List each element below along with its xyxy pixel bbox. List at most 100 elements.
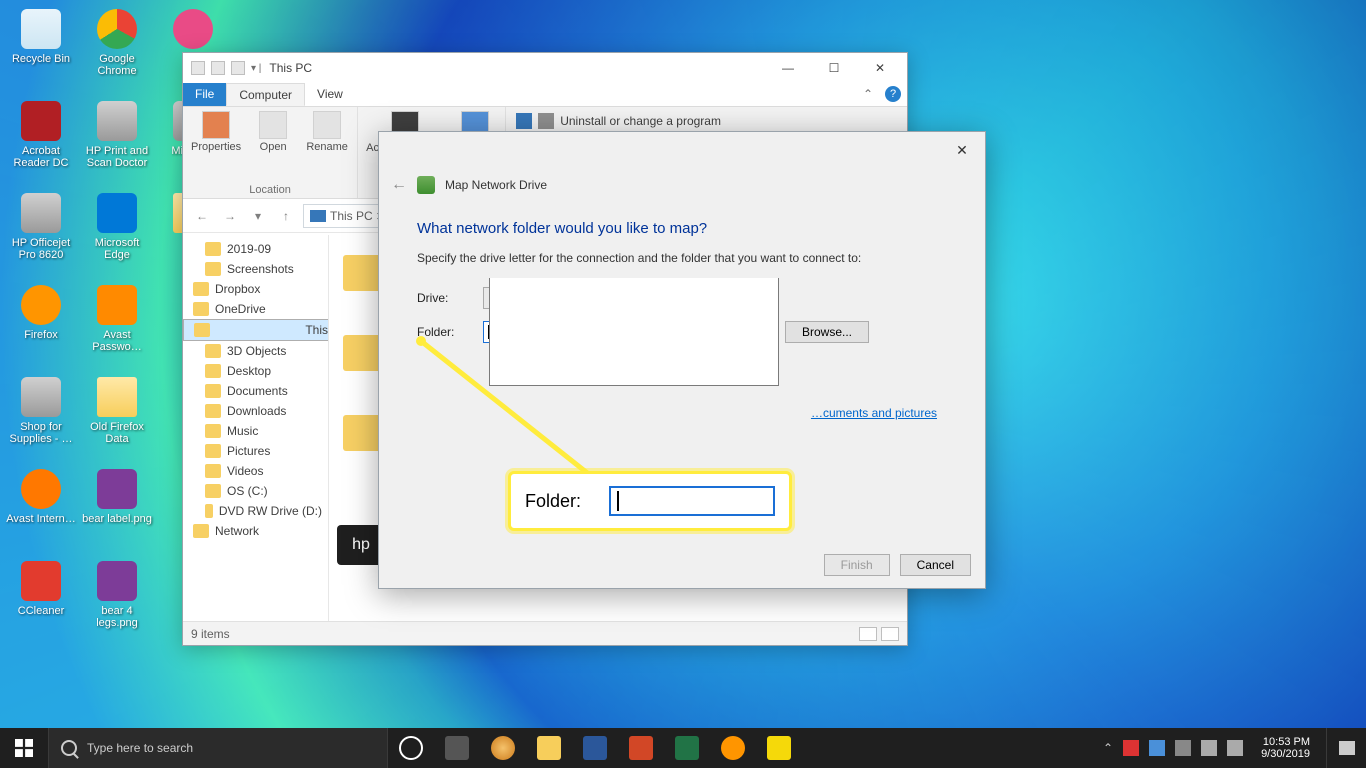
- ribbon-open[interactable]: Open: [251, 111, 295, 153]
- tray-network-icon[interactable]: [1201, 740, 1217, 756]
- desktop-icon[interactable]: Microsoft Edge: [81, 189, 153, 277]
- tab-file[interactable]: File: [183, 83, 226, 106]
- nav-item[interactable]: This PC: [183, 319, 329, 341]
- desktop-icon[interactable]: Avast Passwo…: [81, 281, 153, 369]
- nav-item[interactable]: Videos: [183, 461, 328, 481]
- ribbon-properties[interactable]: Properties: [191, 111, 241, 153]
- nav-item[interactable]: 3D Objects: [183, 341, 328, 361]
- tray-icon[interactable]: [1123, 740, 1139, 756]
- dialog-close-button[interactable]: ✕: [945, 136, 979, 164]
- desktop-icon[interactable]: Firefox: [5, 281, 77, 369]
- folder-icon: [193, 282, 209, 296]
- dialog-heading: What network folder would you like to ma…: [417, 220, 947, 237]
- close-button[interactable]: ✕: [857, 53, 903, 83]
- nav-item[interactable]: OneDrive: [183, 299, 328, 319]
- app-icon: [97, 285, 137, 325]
- qat-icon[interactable]: [191, 61, 205, 75]
- nav-item-label: Music: [227, 424, 258, 438]
- ribbon-rename[interactable]: Rename: [305, 111, 349, 153]
- nav-recent-icon[interactable]: ▾: [247, 205, 269, 227]
- nav-item[interactable]: Screenshots: [183, 259, 328, 279]
- nav-item[interactable]: Desktop: [183, 361, 328, 381]
- taskbar-excel[interactable]: [664, 728, 710, 768]
- documents-pictures-link[interactable]: …cuments and pictures: [811, 406, 937, 420]
- nav-up-icon[interactable]: ↑: [275, 205, 297, 227]
- dialog-back-icon[interactable]: ←: [391, 176, 407, 194]
- cortana-icon[interactable]: [388, 728, 434, 768]
- folder-icon: [194, 323, 210, 337]
- qat-icon[interactable]: [211, 61, 225, 75]
- finish-button[interactable]: Finish: [824, 554, 890, 576]
- task-view-icon[interactable]: [434, 728, 480, 768]
- minimize-button[interactable]: —: [765, 53, 811, 83]
- desktop-icon-label: HP Print and Scan Doctor: [82, 145, 152, 169]
- desktop-icon[interactable]: HP Print and Scan Doctor: [81, 97, 153, 185]
- navigation-pane[interactable]: 2019-09ScreenshotsDropboxOneDriveThis PC…: [183, 235, 329, 621]
- gear-icon: [516, 113, 532, 129]
- desktop-icon-label: Old Firefox Data: [82, 421, 152, 445]
- app-icon: [97, 9, 137, 49]
- view-large-icon[interactable]: [881, 627, 899, 641]
- nav-item-label: Documents: [227, 384, 288, 398]
- taskbar-firefox[interactable]: [710, 728, 756, 768]
- nav-item-label: Downloads: [227, 404, 286, 418]
- nav-item[interactable]: DVD RW Drive (D:): [183, 501, 328, 521]
- desktop-icon[interactable]: HP Officejet Pro 8620: [5, 189, 77, 277]
- desktop-icon[interactable]: bear label.png: [81, 465, 153, 553]
- tab-view[interactable]: View: [305, 83, 355, 106]
- desktop-icon-label: HP Officejet Pro 8620: [6, 237, 76, 261]
- taskbar-app[interactable]: [480, 728, 526, 768]
- view-details-icon[interactable]: [859, 627, 877, 641]
- desktop-icon[interactable]: Shop for Supplies - …: [5, 373, 77, 461]
- desktop-icon-label: Acrobat Reader DC: [6, 145, 76, 169]
- desktop-icon[interactable]: CCleaner: [5, 557, 77, 645]
- ribbon-uninstall-link[interactable]: Uninstall or change a program: [516, 113, 721, 129]
- start-button[interactable]: [0, 728, 48, 768]
- system-tray[interactable]: ⌃ 10:53 PM 9/30/2019: [1095, 736, 1326, 760]
- app-icon: [21, 469, 61, 509]
- taskbar-clock[interactable]: 10:53 PM 9/30/2019: [1253, 736, 1318, 760]
- help-icon[interactable]: ?: [885, 86, 901, 102]
- nav-item[interactable]: Documents: [183, 381, 328, 401]
- tray-dropbox-icon[interactable]: [1149, 740, 1165, 756]
- folder-dropdown-list[interactable]: [489, 278, 779, 386]
- taskbar-file-explorer[interactable]: [526, 728, 572, 768]
- tray-icon[interactable]: [1175, 740, 1191, 756]
- tray-volume-icon[interactable]: [1227, 740, 1243, 756]
- explorer-titlebar[interactable]: ▾ | This PC — ☐ ✕: [183, 53, 907, 83]
- taskbar-search[interactable]: Type here to search: [48, 728, 388, 768]
- folder-icon: [205, 242, 221, 256]
- desktop-icon[interactable]: Old Firefox Data: [81, 373, 153, 461]
- collapse-ribbon-icon[interactable]: ⌃: [855, 83, 881, 106]
- taskbar-powerpoint[interactable]: [618, 728, 664, 768]
- nav-item[interactable]: 2019-09: [183, 239, 328, 259]
- nav-item[interactable]: OS (C:): [183, 481, 328, 501]
- desktop-icon[interactable]: bear 4 legs.png: [81, 557, 153, 645]
- desktop-icon[interactable]: Google Chrome: [81, 5, 153, 93]
- qat-dropdown-icon[interactable]: ▾ |: [251, 63, 261, 74]
- nav-item[interactable]: Downloads: [183, 401, 328, 421]
- action-center-icon[interactable]: [1326, 728, 1366, 768]
- nav-item[interactable]: Network: [183, 521, 328, 541]
- app-icon: [21, 285, 61, 325]
- qat-icon[interactable]: [231, 61, 245, 75]
- nav-forward-icon[interactable]: →: [219, 205, 241, 227]
- taskbar-word[interactable]: [572, 728, 618, 768]
- cancel-button[interactable]: Cancel: [900, 554, 971, 576]
- nav-back-icon[interactable]: ←: [191, 205, 213, 227]
- nav-item[interactable]: Music: [183, 421, 328, 441]
- desktop-icon[interactable]: Recycle Bin: [5, 5, 77, 93]
- maximize-button[interactable]: ☐: [811, 53, 857, 83]
- tab-computer[interactable]: Computer: [226, 83, 305, 106]
- search-icon: [61, 740, 77, 756]
- nav-item[interactable]: Dropbox: [183, 279, 328, 299]
- nav-item[interactable]: Pictures: [183, 441, 328, 461]
- browse-button[interactable]: Browse...: [785, 321, 869, 343]
- desktop-icon-label: Avast Intern…: [6, 513, 76, 525]
- breadcrumb-root[interactable]: This PC: [330, 209, 373, 223]
- taskbar-app[interactable]: [756, 728, 802, 768]
- desktop-icon[interactable]: Acrobat Reader DC: [5, 97, 77, 185]
- app-icon: [97, 561, 137, 601]
- desktop-icon[interactable]: Avast Intern…: [5, 465, 77, 553]
- tray-chevron-up-icon[interactable]: ⌃: [1103, 741, 1113, 755]
